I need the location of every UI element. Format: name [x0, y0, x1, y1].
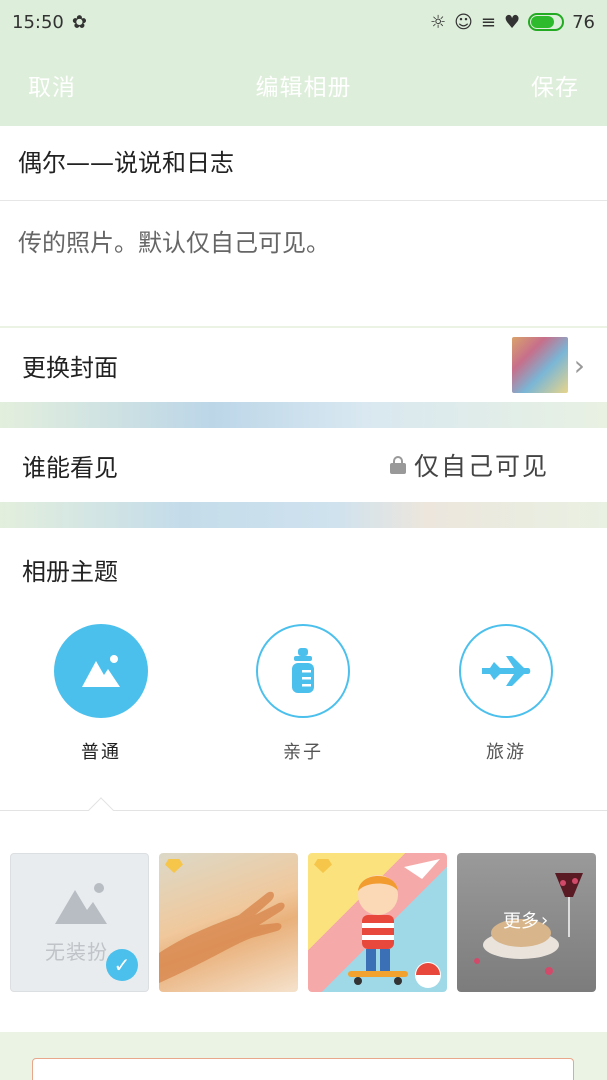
decorative-strip [0, 402, 607, 428]
hand-image [159, 891, 285, 983]
theme-option-family[interactable]: 亲子 [233, 624, 373, 764]
visibility-value: 仅自己可见 [413, 452, 549, 481]
clock: 15:50 [12, 11, 64, 33]
skin-none-label: 无装扮 [45, 940, 108, 964]
heart-icon: ♥ [503, 11, 521, 33]
signal-icon: ≡ [480, 11, 496, 33]
save-button[interactable]: 保存 [531, 68, 579, 102]
skins-section: 无装扮 ✓ 更多 › [0, 797, 607, 1032]
skin-kid[interactable] [308, 853, 447, 992]
app-icon: ☺ [454, 11, 473, 33]
page-title: 编辑相册 [255, 75, 352, 101]
visibility-row[interactable]: 谁能看见 仅自己可见 [0, 428, 607, 502]
theme-option-normal[interactable]: 普通 [31, 624, 171, 764]
bottom-card [32, 1058, 574, 1080]
album-description-input[interactable]: 传的照片。默认仅自己可见。 [0, 201, 607, 280]
more-label: 更多 [503, 911, 539, 932]
skin-none[interactable]: 无装扮 ✓ [10, 853, 149, 992]
battery-icon [528, 13, 565, 31]
visibility-label: 谁能看见 [22, 453, 118, 482]
mountain-image-icon [82, 655, 120, 687]
lock-icon [389, 456, 406, 474]
battery-level: 76 [572, 11, 595, 33]
decorative-strip [0, 502, 607, 528]
album-theme-section: 相册主题 普通 亲子 旅游 [0, 528, 607, 810]
change-cover-label: 更换封面 [22, 353, 118, 382]
baby-bottle-icon [292, 648, 314, 693]
album-info-card: 偶尔——说说和日志 传的照片。默认仅自己可见。 [0, 126, 607, 326]
cancel-button[interactable]: 取消 [28, 68, 76, 102]
skin-hand[interactable] [159, 853, 298, 992]
chevron-right-icon: › [541, 909, 549, 931]
chevron-right-icon: › [573, 348, 585, 382]
airplane-icon [482, 656, 531, 686]
kid-skateboard-image [348, 859, 441, 988]
navbar: 取消 编辑相册 保存 [0, 44, 607, 126]
theme-option-travel[interactable]: 旅游 [436, 624, 576, 764]
brightness-icon: ☼ [429, 11, 447, 33]
skin-more[interactable]: 更多 › [457, 853, 596, 992]
change-cover-row[interactable]: 更换封面 › [0, 328, 607, 402]
more-skins-link[interactable]: 更多 › [503, 907, 548, 933]
status-bar: 15:50 ✿ ☼ ☺ ≡ ♥ 76 [0, 0, 607, 44]
theme-label-normal: 普通 [81, 742, 121, 763]
theme-label-family: 亲子 [283, 742, 323, 763]
album-name-input[interactable]: 偶尔——说说和日志 [0, 126, 607, 201]
notification-icon: ✿ [71, 11, 87, 33]
checkmark-icon: ✓ [106, 949, 138, 981]
mountain-image-icon [55, 883, 107, 924]
theme-title: 相册主题 [22, 558, 118, 586]
theme-label-travel: 旅游 [486, 742, 526, 763]
cover-thumbnail [511, 337, 568, 393]
